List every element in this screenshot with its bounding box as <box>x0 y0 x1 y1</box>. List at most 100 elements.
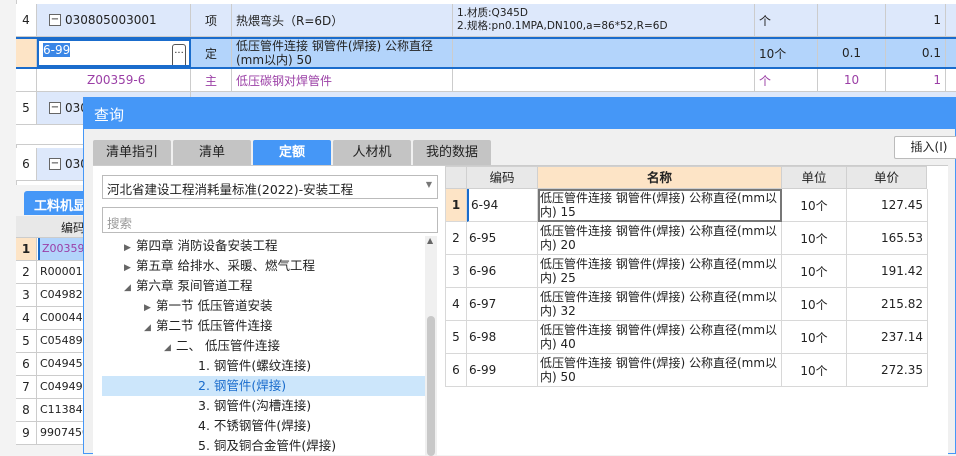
scroll-up-icon[interactable]: ▲ <box>427 236 433 245</box>
material-code: Z00359- <box>38 238 83 260</box>
insert-button[interactable]: 插入(I) <box>894 136 956 159</box>
collapse-arrow-icon[interactable]: ◢ <box>124 278 136 298</box>
search-input[interactable]: 搜索 <box>102 207 438 233</box>
collapse-icon[interactable]: − <box>49 102 61 114</box>
tree-item[interactable]: 2. 钢管件(焊接) <box>102 376 425 396</box>
amount-cell: 0.1 <box>886 39 946 67</box>
material-row[interactable]: 5 C05489 <box>16 330 83 353</box>
table-row-selected[interactable]: 6-99 ··· 定 低压管件连接 钢管件(焊接) 公称直径(mm以内) 50 1… <box>16 37 956 69</box>
tree-item-label: 3. 钢管件(沟槽连接) <box>198 398 312 413</box>
quota-name: 低压管件连接 钢管件(焊接) 公称直径(mm以内) 50 <box>538 354 782 387</box>
quota-row[interactable]: 5 6-98 低压管件连接 钢管件(焊接) 公称直径(mm以内) 40 10个 … <box>445 321 953 354</box>
tab-quota[interactable]: 定额 <box>253 140 331 165</box>
material-code: R00001 <box>40 265 83 278</box>
code-cell[interactable]: −030805003001 <box>37 4 191 36</box>
query-dialog: 查询 清单指引 清单 定额 人材机 我的数据 插入(I) 河北省建设工程消耗量标… <box>83 97 956 456</box>
quota-name: 低压管件连接 钢管件(焊接) 公称直径(mm以内) 20 <box>538 222 782 255</box>
tree-item[interactable]: 3. 钢管件(沟槽连接) <box>102 396 425 416</box>
tab-bill[interactable]: 清单 <box>173 140 251 165</box>
quota-row[interactable]: 4 6-97 低压管件连接 钢管件(焊接) 公称直径(mm以内) 32 10个 … <box>445 288 953 321</box>
header-code[interactable]: 编码 <box>466 166 538 189</box>
tab-materials[interactable]: 工料机显 <box>24 191 83 215</box>
material-row[interactable]: 2 R00001 <box>16 261 83 284</box>
feature-cell[interactable] <box>453 39 755 67</box>
row-number: 9 <box>16 422 37 444</box>
quota-price: 215.82 <box>847 288 928 321</box>
row-number <box>16 69 37 91</box>
expand-arrow-icon[interactable]: ▶ <box>144 298 156 318</box>
tree-item-label: 第四章 消防设备安装工程 <box>136 238 278 253</box>
quota-row[interactable]: 3 6-96 低压管件连接 钢管件(焊接) 公称直径(mm以内) 25 10个 … <box>445 255 953 288</box>
header-name[interactable]: 名称 <box>537 166 782 189</box>
row-number <box>16 39 37 67</box>
material-code: C05489 <box>40 334 83 347</box>
tree-item[interactable]: ▶ 第一节 低压管道安装 <box>102 296 425 316</box>
quota-unit: 10个 <box>782 255 847 288</box>
material-row[interactable]: 1 Z00359- <box>16 238 83 261</box>
expand-arrow-icon[interactable]: ▶ <box>124 238 136 258</box>
tree-item[interactable]: 4. 不锈钢管件(焊接) <box>102 416 425 436</box>
feature-cell[interactable]: 1.材质:Q345D 2.规格:pn0.1MPA,DN100,a=86*52,R=… <box>453 4 755 36</box>
row-number: 5 <box>16 92 37 124</box>
quota-row[interactable]: 1 6-94 低压管件连接 钢管件(焊接) 公称直径(mm以内) 15 10个 … <box>445 189 953 222</box>
tab-labor-material[interactable]: 人材机 <box>333 140 411 165</box>
collapse-arrow-icon[interactable]: ◢ <box>144 318 156 338</box>
dialog-panel: 河北省建设工程消耗量标准(2022)-安装工程 ▼ 搜索 ▶ 第四章 消防设备安装工… <box>93 165 948 456</box>
tree-item[interactable]: ▶ 第四章 消防设备安装工程 <box>102 236 425 256</box>
collapse-icon[interactable]: − <box>49 14 61 26</box>
row-number: 6 <box>445 354 467 387</box>
quota-row[interactable]: 2 6-95 低压管件连接 钢管件(焊接) 公称直径(mm以内) 20 10个 … <box>445 222 953 255</box>
quota-unit: 10个 <box>782 321 847 354</box>
quota-price: 127.45 <box>847 189 928 222</box>
tree-item[interactable]: 1. 钢管件(螺纹连接) <box>102 356 425 376</box>
row-number: 6 <box>16 148 37 180</box>
material-code: C11384 <box>40 403 83 416</box>
quota-unit: 10个 <box>782 354 847 387</box>
material-row[interactable]: 8 C11384 <box>16 399 83 422</box>
name-cell[interactable]: 低压碳钢对焊管件 <box>232 69 453 91</box>
library-select[interactable]: 河北省建设工程消耗量标准(2022)-安装工程 ▼ <box>102 175 438 199</box>
tree-item-label: 第五章 给排水、采暖、燃气工程 <box>136 258 315 273</box>
material-row[interactable]: 7 C04949 <box>16 376 83 399</box>
header-index <box>445 166 467 189</box>
row-number: 4 <box>16 307 37 329</box>
code-cell[interactable]: Z00359-6 <box>37 69 191 91</box>
row-number: 3 <box>16 284 37 306</box>
tab-my-data[interactable]: 我的数据 <box>413 140 491 165</box>
quota-price: 165.53 <box>847 222 928 255</box>
row-number: 7 <box>16 376 37 398</box>
dialog-title[interactable]: 查询 <box>84 98 955 129</box>
tree-item[interactable]: ▶ 第五章 给排水、采暖、燃气工程 <box>102 256 425 276</box>
row-number: 5 <box>16 330 37 352</box>
table-row[interactable]: Z00359-6 主 低压碳钢对焊管件 个 10 1 <box>16 69 956 92</box>
material-row[interactable]: 3 C04982 <box>16 284 83 307</box>
tree-scrollbar[interactable]: ▲ <box>425 236 437 456</box>
tree-item[interactable]: ◢ 第六章 泵间管道工程 <box>102 276 425 296</box>
material-code: C04982 <box>40 288 83 301</box>
quota-unit: 10个 <box>782 288 847 321</box>
material-row[interactable]: 4 C00044 <box>16 307 83 330</box>
code-input[interactable]: 6-99 ··· <box>37 39 191 67</box>
quota-row[interactable]: 6 6-99 低压管件连接 钢管件(焊接) 公称直径(mm以内) 50 10个 … <box>445 354 953 387</box>
header-unit[interactable]: 单位 <box>781 166 847 189</box>
material-code: C00044 <box>40 311 83 324</box>
quota-price: 272.35 <box>847 354 928 387</box>
dropdown-arrow-icon[interactable]: ▼ <box>426 180 432 189</box>
header-price[interactable]: 单价 <box>846 166 927 189</box>
table-row[interactable]: 4 −030805003001 项 热煨弯头（R=6D） 1.材质:Q345D 2… <box>16 4 956 37</box>
tree-item[interactable]: 5. 铜及铜合金管件(焊接) <box>102 436 425 456</box>
row-number: 5 <box>445 321 467 354</box>
tab-bill-guide[interactable]: 清单指引 <box>93 140 171 165</box>
tree-item[interactable]: ◢ 二、 低压管件连接 <box>102 336 425 356</box>
collapse-arrow-icon[interactable]: ◢ <box>164 338 176 358</box>
collapse-icon[interactable]: − <box>49 158 61 170</box>
name-cell[interactable]: 低压管件连接 钢管件(焊接) 公称直径(mm以内) 50 <box>232 39 453 67</box>
expand-arrow-icon[interactable]: ▶ <box>124 258 136 278</box>
name-cell[interactable]: 热煨弯头（R=6D） <box>232 4 453 36</box>
tree-item[interactable]: ◢ 第二节 低压管件连接 <box>102 316 425 336</box>
material-row[interactable]: 6 C04945 <box>16 353 83 376</box>
lower-table-header: 编码 <box>16 216 85 238</box>
more-button[interactable]: ··· <box>172 44 186 65</box>
scroll-thumb[interactable] <box>427 316 435 456</box>
material-row[interactable]: 9 9907450 <box>16 422 83 445</box>
